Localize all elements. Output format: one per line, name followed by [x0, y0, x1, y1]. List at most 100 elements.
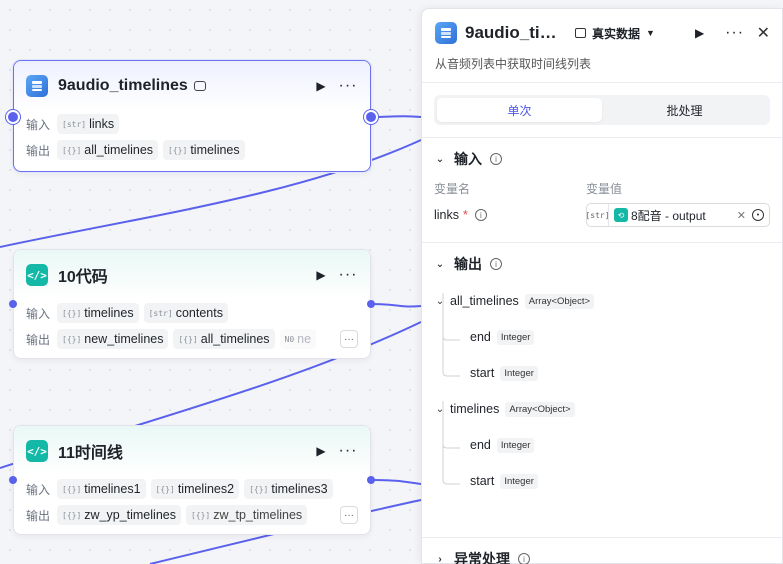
node-audio-timelines[interactable]: 9audio_timelines ▶ ··· 输入 [str] links 输出 …: [13, 60, 371, 172]
node-header: </> 11时间线 ▶ ···: [14, 426, 370, 476]
input-label: 输入: [26, 117, 51, 132]
audio-node-icon: [435, 22, 457, 44]
node-detail-panel: 9audio_timelines 真实数据 ▼ ▶ ··· ✕ 从音频列表中获取…: [421, 8, 783, 564]
node-header: </> 10代码 ▶ ···: [14, 250, 370, 300]
input-variable-row: links * i [str] ⟲ 8配音 - output ✕ •: [422, 198, 782, 232]
panel-header: 9audio_timelines 真实数据 ▼ ▶ ··· ✕: [422, 9, 782, 57]
panel-description: 从音频列表中获取时间线列表: [422, 57, 782, 83]
reference-picker-icon[interactable]: •: [752, 209, 764, 221]
input-chip: [str] contents: [143, 303, 228, 323]
variable-reference-field[interactable]: [str] ⟲ 8配音 - output ✕ •: [585, 203, 770, 227]
input-chip: [str] links: [57, 114, 120, 134]
node-title: 10代码: [58, 269, 108, 286]
play-icon[interactable]: ▶: [310, 264, 332, 286]
clear-icon[interactable]: ✕: [737, 209, 746, 222]
input-label: 输入: [26, 482, 51, 497]
reference-value: 8配音 - output: [631, 208, 706, 223]
node-outputs-row: 输出 [{}] new_timelines [{}] all_timelines N…: [14, 326, 370, 352]
section-title: 输出: [454, 256, 482, 272]
variable-name: links * i: [434, 208, 586, 222]
output-label: 输出: [26, 143, 51, 158]
chevron-down-icon[interactable]: ⌄: [434, 404, 446, 415]
node-title: 9audio_timelines: [58, 77, 188, 94]
output-child: start Integer: [470, 355, 538, 391]
dataset-label: 真实数据: [592, 26, 641, 41]
output-tree: ⌄ all_timelines Array<Object> end Integer …: [422, 285, 782, 537]
reference-node-icon: ⟲: [614, 208, 628, 222]
output-chip: [{}] zw_yp_timelines: [57, 505, 181, 525]
node-inputs-row: 输入 [{}] timelines [str] contents: [14, 300, 370, 326]
chevron-down-icon: ⌄: [435, 153, 445, 165]
output-section-header[interactable]: ⌄ 输出 i: [422, 243, 782, 285]
input-section-header[interactable]: ⌄ 输入 i: [422, 138, 782, 180]
input-label: 输入: [26, 306, 51, 321]
col-name: 变量名: [434, 182, 471, 196]
info-icon[interactable]: i: [490, 153, 502, 165]
exception-section-header[interactable]: › 异常处理 i: [422, 538, 782, 564]
more-icon[interactable]: ···: [723, 22, 747, 44]
output-item: ⌄ timelines Array<Object>: [434, 391, 575, 427]
panel-title[interactable]: 9audio_timelines: [465, 23, 561, 43]
dataset-icon: [193, 81, 206, 91]
node-code-10[interactable]: </> 10代码 ▶ ··· 输入 [{}] timelines [str] con…: [13, 249, 371, 359]
output-chip: N0 ne: [279, 329, 317, 349]
output-child: end Integer: [470, 319, 535, 355]
chevron-right-icon: ›: [438, 553, 442, 564]
output-port[interactable]: [367, 476, 375, 484]
audio-node-icon: [26, 75, 48, 97]
info-icon[interactable]: i: [518, 553, 530, 564]
input-chip: [{}] timelines3: [244, 479, 333, 499]
section-title: 输入: [454, 151, 482, 167]
node-inputs-row: 输入 [{}] timelines1 [{}] timelines2 [{}] tim…: [14, 476, 370, 502]
run-mode-tabs: 单次 批处理: [434, 95, 770, 125]
node-header: 9audio_timelines ▶ ···: [14, 61, 370, 111]
input-port[interactable]: [9, 476, 17, 484]
more-icon[interactable]: ···: [336, 75, 360, 97]
node-timeline-11[interactable]: </> 11时间线 ▶ ··· 输入 [{}] timelines1 [{}] ti…: [13, 425, 371, 535]
chevron-down-icon[interactable]: ⌄: [434, 296, 446, 307]
output-label: 输出: [26, 508, 51, 523]
tab-batch[interactable]: 批处理: [602, 98, 767, 122]
output-chip: [{}] timelines: [163, 140, 245, 160]
input-port[interactable]: [9, 300, 17, 308]
play-icon[interactable]: ▶: [310, 440, 332, 462]
play-icon[interactable]: ▶: [310, 75, 332, 97]
output-child: end Integer: [470, 427, 535, 463]
more-icon[interactable]: ···: [336, 440, 360, 462]
more-icon[interactable]: ···: [336, 264, 360, 286]
section-title: 异常处理: [454, 551, 510, 564]
output-item: ⌄ all_timelines Array<Object>: [434, 283, 595, 319]
output-chip: [{}] new_timelines: [57, 329, 169, 349]
input-port[interactable]: [6, 110, 20, 124]
col-value: 变量值: [586, 182, 623, 196]
output-chip: [{}] all_timelines: [173, 329, 275, 349]
node-outputs-row: 输出 [{}] zw_yp_timelines [{}] zw_tp_timelin…: [14, 502, 370, 528]
node-title: 11时间线: [58, 445, 123, 462]
close-icon[interactable]: ✕: [757, 23, 770, 43]
output-port[interactable]: [364, 110, 378, 124]
output-chip: [{}] zw_tp_timelines: [185, 505, 308, 525]
node-outputs-row: 输出 [{}] all_timelines [{}] timelines: [14, 137, 370, 163]
tab-single[interactable]: 单次: [437, 98, 602, 122]
dataset-selector[interactable]: 真实数据 ▼: [575, 25, 655, 42]
more-outputs-button[interactable]: ···: [340, 330, 358, 348]
info-icon[interactable]: i: [490, 258, 502, 270]
input-chip: [{}] timelines2: [150, 479, 240, 499]
more-outputs-button[interactable]: ···: [340, 506, 358, 524]
column-headers: 变量名 变量值: [422, 180, 782, 198]
output-port[interactable]: [367, 300, 375, 308]
dataset-icon: [575, 28, 586, 38]
output-label: 输出: [26, 332, 51, 347]
input-chip: [{}] timelines: [57, 303, 139, 323]
output-chip: [{}] all_timelines: [57, 140, 159, 160]
chevron-down-icon: ⌄: [435, 258, 445, 270]
input-chip: [{}] timelines1: [57, 479, 146, 499]
play-icon[interactable]: ▶: [689, 22, 711, 44]
code-icon: </>: [26, 440, 48, 462]
output-child: start Integer: [470, 463, 538, 499]
info-icon[interactable]: i: [474, 209, 487, 221]
chevron-down-icon: ▼: [646, 28, 655, 38]
code-icon: </>: [26, 264, 48, 286]
node-inputs-row: 输入 [str] links: [14, 111, 370, 137]
ref-type: [str]: [585, 204, 610, 226]
